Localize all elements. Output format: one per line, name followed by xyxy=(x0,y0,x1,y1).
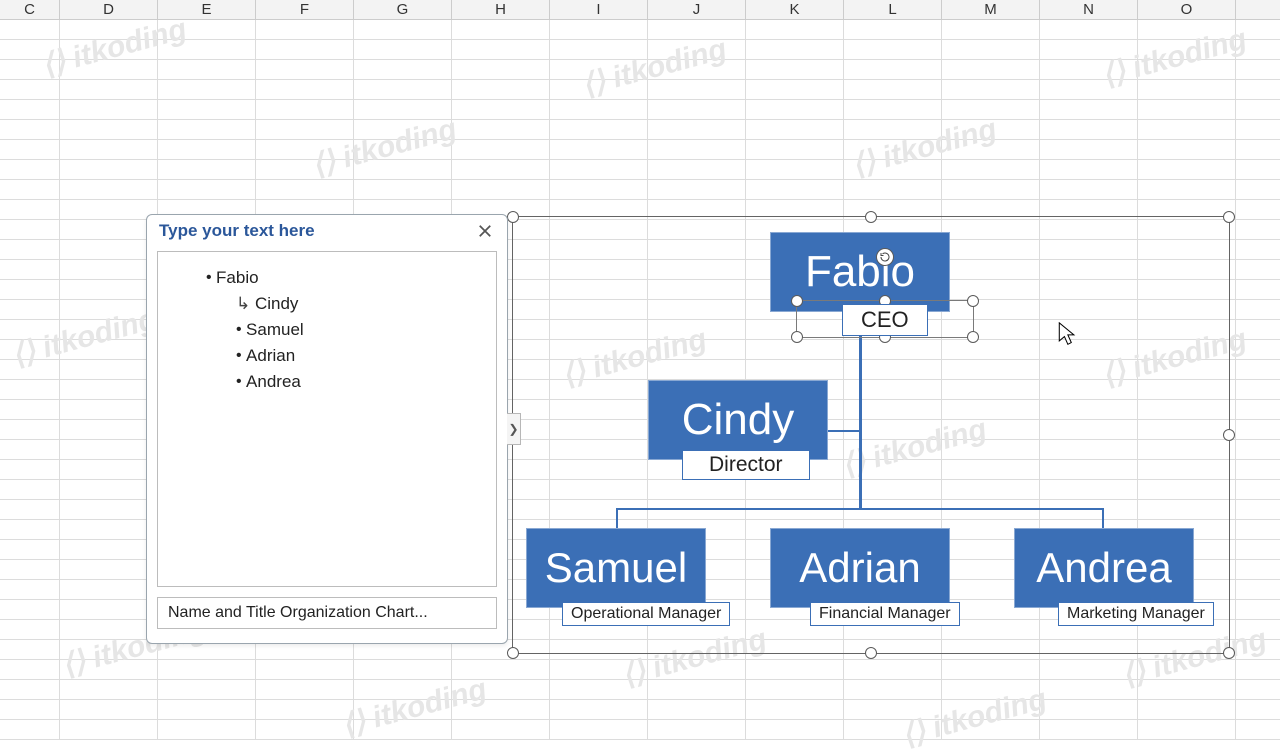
org-node-mgr2[interactable]: Adrian xyxy=(770,528,950,608)
text-pane-list[interactable]: Fabio Cindy Samuel Adrian Andrea xyxy=(157,251,497,587)
connector-horizontal xyxy=(616,508,1104,510)
text-pane-expand-handle[interactable]: ❯ xyxy=(507,413,521,445)
connector-to-mgr3 xyxy=(1102,508,1104,530)
column-header-D[interactable]: D xyxy=(60,0,158,19)
resize-handle-tm[interactable] xyxy=(865,211,877,223)
column-header-P[interactable]: P xyxy=(1236,0,1280,19)
column-header-G[interactable]: G xyxy=(354,0,452,19)
org-title-director-text: Director xyxy=(709,453,783,476)
mouse-cursor-icon xyxy=(1058,322,1076,346)
column-header-I[interactable]: I xyxy=(550,0,648,19)
column-header-J[interactable]: J xyxy=(648,0,746,19)
org-title-mgr2-text: Financial Manager xyxy=(819,605,951,622)
column-header-H[interactable]: H xyxy=(452,0,550,19)
org-title-mgr1[interactable]: Operational Manager xyxy=(562,602,730,626)
text-pane-footer[interactable]: Name and Title Organization Chart... xyxy=(157,597,497,629)
org-title-mgr3-text: Marketing Manager xyxy=(1067,605,1205,622)
org-node-mgr3-name: Andrea xyxy=(1036,544,1171,592)
org-title-mgr1-text: Operational Manager xyxy=(571,605,721,622)
org-node-director[interactable]: Cindy xyxy=(648,380,828,460)
org-node-director-name: Cindy xyxy=(682,395,795,445)
resize-handle-tl[interactable] xyxy=(507,211,519,223)
resize-handle-br[interactable] xyxy=(1223,647,1235,659)
smartart-text-pane[interactable]: Type your text here Fabio Cindy Samuel Adri… xyxy=(146,214,508,644)
connector-to-director xyxy=(826,430,860,432)
sel-handle[interactable] xyxy=(967,295,979,307)
column-header-K[interactable]: K xyxy=(746,0,844,19)
org-title-director[interactable]: Director xyxy=(682,450,810,480)
text-pane-item[interactable]: Fabio xyxy=(206,268,478,288)
org-node-mgr1-name: Samuel xyxy=(545,544,687,592)
org-node-ceo-name: Fabio xyxy=(805,247,915,297)
rotate-handle[interactable] xyxy=(876,248,894,266)
org-node-mgr1[interactable]: Samuel xyxy=(526,528,706,608)
resize-handle-bl[interactable] xyxy=(507,647,519,659)
text-pane-item[interactable]: Andrea xyxy=(236,372,478,392)
org-node-mgr3[interactable]: Andrea xyxy=(1014,528,1194,608)
connector-to-mgr1 xyxy=(616,508,618,530)
text-pane-title: Type your text here xyxy=(159,221,315,241)
org-title-mgr3[interactable]: Marketing Manager xyxy=(1058,602,1214,626)
close-icon[interactable] xyxy=(475,221,495,241)
column-headers: CDEFGHIJKLMNOP xyxy=(0,0,1280,20)
text-pane-item[interactable]: Cindy xyxy=(236,294,478,314)
resize-handle-mr[interactable] xyxy=(1223,429,1235,441)
column-header-O[interactable]: O xyxy=(1138,0,1236,19)
text-pane-item[interactable]: Adrian xyxy=(236,346,478,366)
column-header-F[interactable]: F xyxy=(256,0,354,19)
column-header-E[interactable]: E xyxy=(158,0,256,19)
org-title-ceo-text: CEO xyxy=(861,307,909,332)
sel-handle[interactable] xyxy=(791,331,803,343)
column-header-M[interactable]: M xyxy=(942,0,1040,19)
sel-handle[interactable] xyxy=(967,331,979,343)
text-pane-footer-label: Name and Title Organization Chart... xyxy=(168,604,428,621)
chevron-right-icon: ❯ xyxy=(508,422,518,436)
org-node-mgr2-name: Adrian xyxy=(799,544,920,592)
column-header-L[interactable]: L xyxy=(844,0,942,19)
resize-handle-tr[interactable] xyxy=(1223,211,1235,223)
org-title-mgr2[interactable]: Financial Manager xyxy=(810,602,960,626)
column-header-C[interactable]: C xyxy=(0,0,60,19)
resize-handle-bm[interactable] xyxy=(865,647,877,659)
org-title-ceo[interactable]: CEO xyxy=(842,304,928,336)
column-header-N[interactable]: N xyxy=(1040,0,1138,19)
connector-vertical-main xyxy=(859,332,862,510)
text-pane-item[interactable]: Samuel xyxy=(236,320,478,340)
sel-handle[interactable] xyxy=(791,295,803,307)
